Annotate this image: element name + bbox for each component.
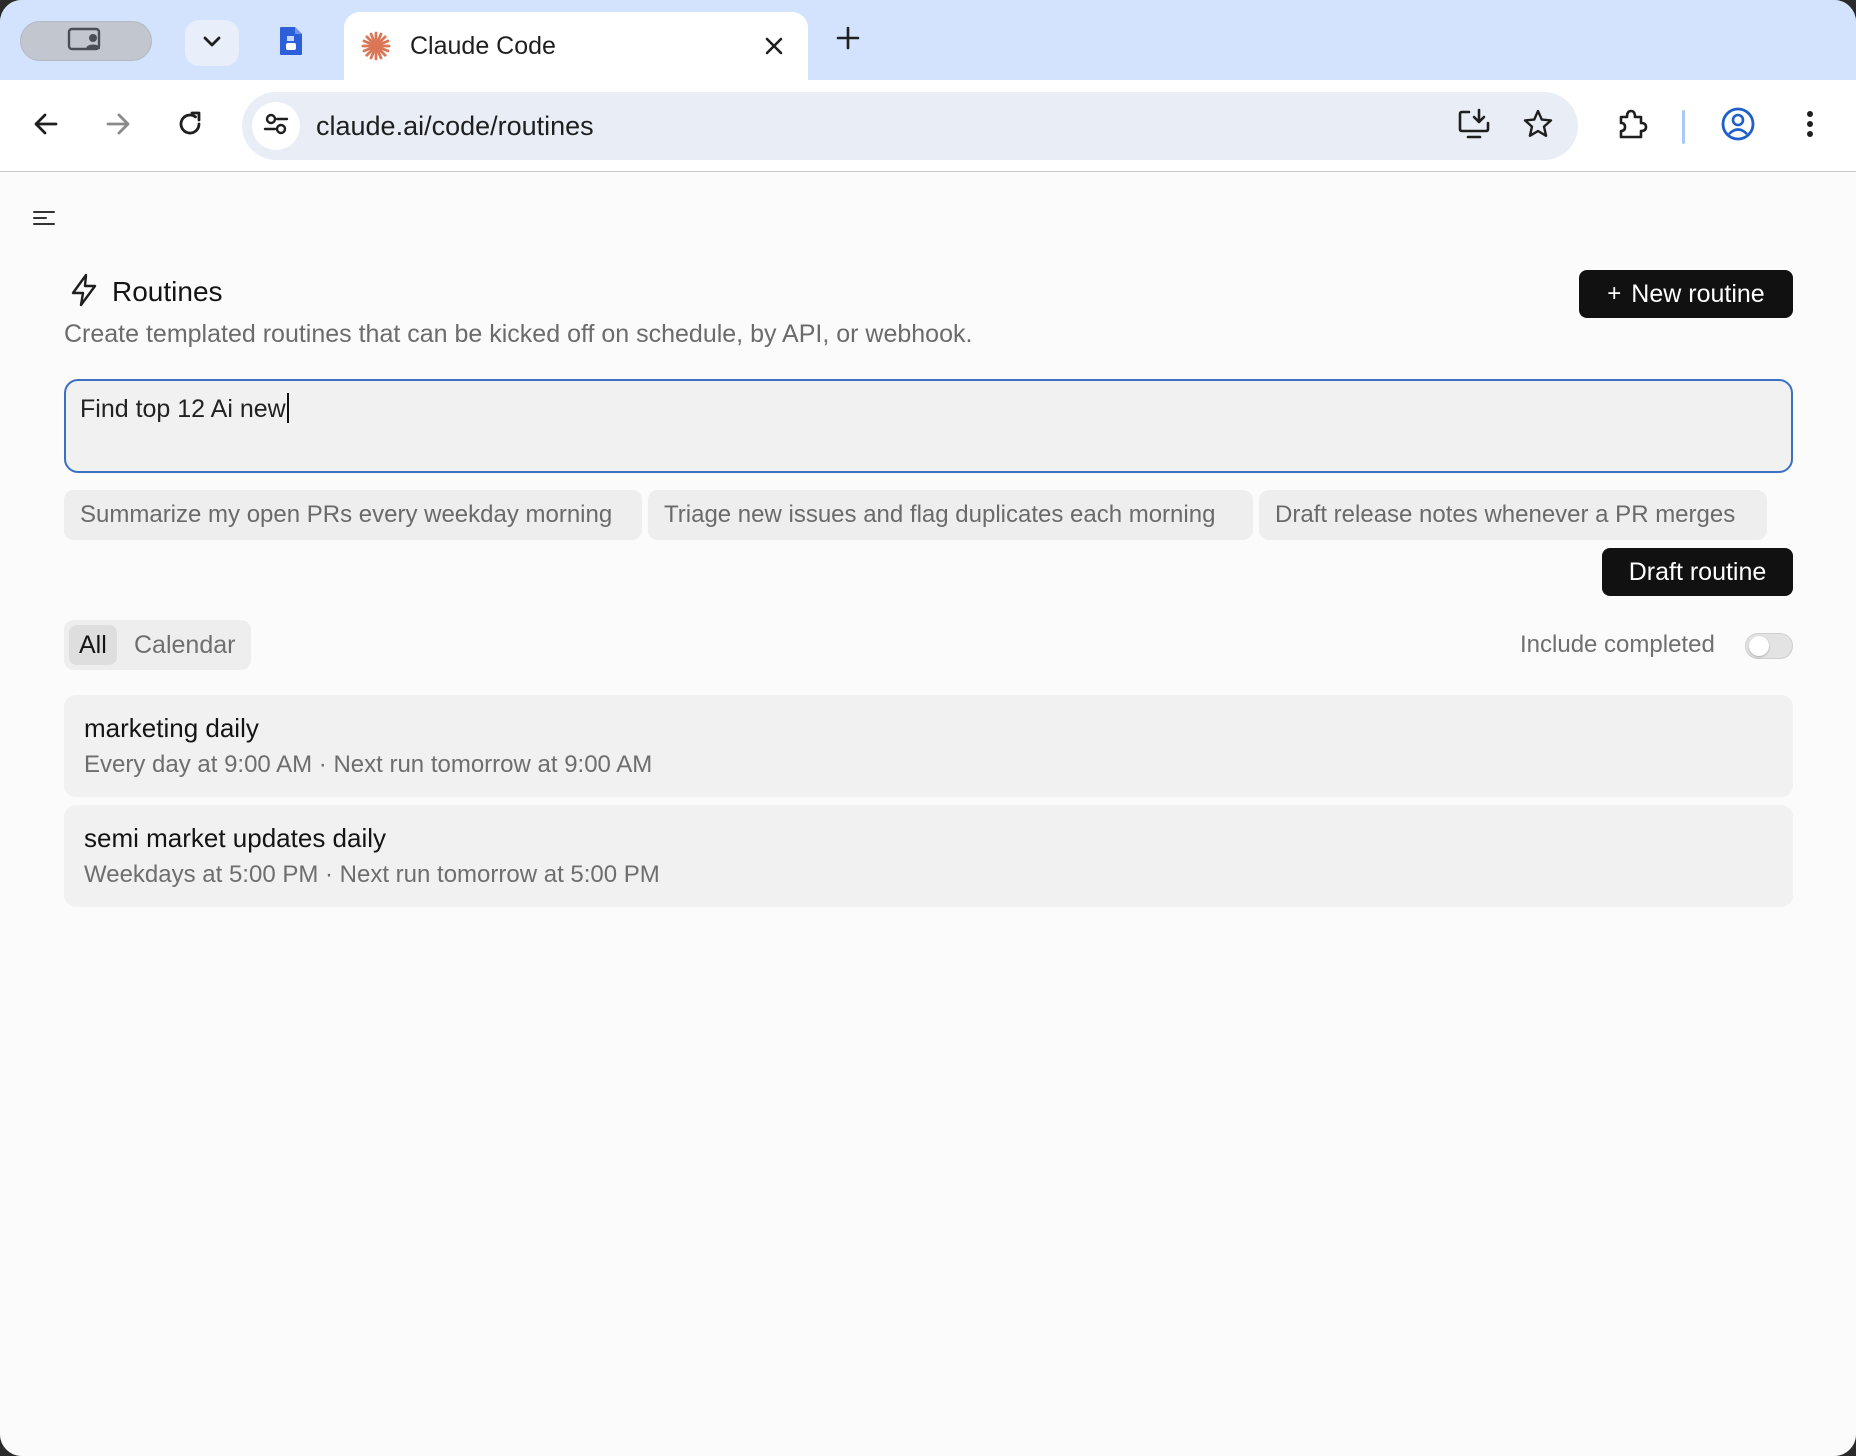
install-app-button[interactable]: [1450, 102, 1498, 150]
draft-routine-button[interactable]: Draft routine: [1602, 548, 1793, 596]
page-content: Routines Create templated routines that …: [0, 172, 1856, 1456]
new-tab-button[interactable]: [826, 18, 870, 62]
claude-logo-icon: [360, 30, 392, 62]
view-filter: All Calendar: [64, 620, 251, 670]
lightning-icon: [68, 272, 100, 313]
suggestion-chip[interactable]: Triage new issues and flag duplicates ea…: [648, 490, 1253, 540]
account-circle-icon: [1720, 106, 1756, 147]
reload-button[interactable]: [166, 102, 214, 150]
suggestion-chip[interactable]: Draft release notes whenever a PR merges: [1259, 490, 1767, 540]
page-heading: Routines: [68, 272, 223, 312]
arrow-left-icon: [32, 110, 60, 143]
profile-button[interactable]: [1714, 102, 1762, 150]
reload-icon: [175, 109, 205, 144]
include-completed-label: Include completed: [1520, 631, 1715, 658]
chevron-down-icon: [201, 30, 223, 57]
tab-claude-code[interactable]: Claude Code: [344, 12, 808, 80]
suggestion-chip[interactable]: Summarize my open PRs every weekday morn…: [64, 490, 642, 540]
browser-toolbar: claude.ai/code/routines: [0, 80, 1856, 172]
pinned-tab[interactable]: [270, 20, 312, 66]
toggle-knob: [1749, 636, 1769, 656]
page-title: Routines: [112, 276, 223, 307]
filter-tab-all[interactable]: All: [69, 625, 117, 665]
filter-tab-calendar[interactable]: Calendar: [124, 625, 245, 665]
menu-icon: [32, 208, 56, 233]
page-subtitle: Create templated routines that can be ki…: [64, 320, 973, 348]
document-app-icon: [277, 25, 305, 62]
include-completed-toggle[interactable]: [1745, 633, 1793, 659]
more-vert-icon: [1805, 109, 1815, 144]
routine-prompt-input[interactable]: Find top 12 Ai new: [64, 379, 1793, 473]
new-routine-label: New routine: [1631, 279, 1765, 308]
sidebar-toggle-button[interactable]: [28, 204, 60, 236]
tab-title: Claude Code: [410, 31, 556, 60]
tune-icon: [262, 110, 290, 143]
routine-card[interactable]: marketing daily Every day at 9:00 AM · N…: [64, 695, 1793, 797]
new-routine-button[interactable]: + New routine: [1579, 270, 1793, 318]
tab-strip: Claude Code: [0, 0, 1856, 80]
browser-menu-button[interactable]: [1786, 102, 1834, 150]
plus-icon: [836, 26, 860, 55]
close-tab-icon[interactable]: [754, 26, 794, 66]
routine-card[interactable]: semi market updates daily Weekdays at 5:…: [64, 805, 1793, 907]
back-button[interactable]: [22, 102, 70, 150]
url-text[interactable]: claude.ai/code/routines: [316, 92, 594, 160]
routine-schedule: Every day at 9:00 AM · Next run tomorrow…: [84, 751, 653, 778]
toolbar-divider: [1682, 110, 1685, 144]
address-bar[interactable]: claude.ai/code/routines: [242, 92, 1578, 160]
desk-profile-icon: [66, 26, 106, 57]
extensions-button[interactable]: [1608, 102, 1656, 150]
forward-button[interactable]: [94, 102, 142, 150]
tab-search-button[interactable]: [185, 20, 239, 66]
browser-window: Claude Code claude.ai/code/routines Rout…: [0, 0, 1856, 1456]
arrow-right-icon: [104, 110, 132, 143]
star-icon: [1522, 108, 1554, 145]
new-routine-plus: +: [1607, 280, 1622, 307]
site-info-button[interactable]: [252, 102, 300, 150]
routine-name: semi market updates daily: [84, 823, 387, 853]
text-caret: [286, 393, 289, 423]
routine-name: marketing daily: [84, 713, 259, 743]
bookmark-button[interactable]: [1514, 102, 1562, 150]
routine-prompt-value: Find top 12 Ai new: [80, 395, 286, 423]
install-icon: [1457, 107, 1491, 146]
routine-schedule: Weekdays at 5:00 PM · Next run tomorrow …: [84, 861, 660, 888]
puzzle-icon: [1615, 107, 1649, 146]
profile-switcher[interactable]: [20, 21, 152, 61]
